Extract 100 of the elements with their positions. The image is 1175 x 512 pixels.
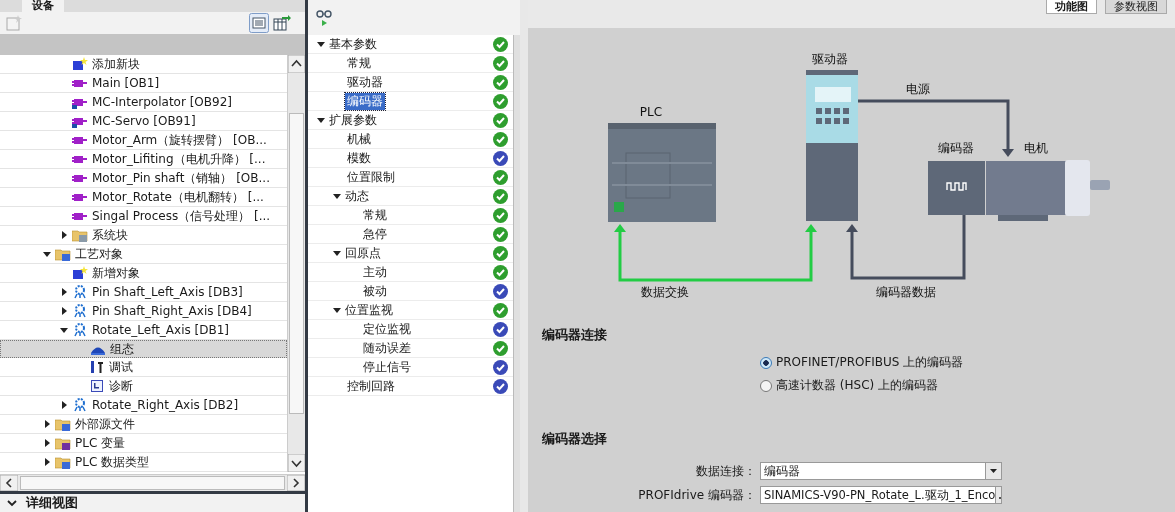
radio-option[interactable]: PROFINET/PROFIBUS 上的编码器 [760, 354, 1175, 371]
view-tab[interactable]: 功能图 [1046, 0, 1097, 14]
radio-button[interactable] [760, 379, 772, 392]
tree-item-label: Motor_Rotate（电机翻转） [... [91, 188, 264, 206]
view-tab[interactable]: 参数视图 [1105, 0, 1167, 14]
tree-row[interactable]: MC-Interpolator [OB92] [0, 93, 287, 112]
dropdown-field[interactable]: 编码器 [760, 462, 1002, 480]
tree-row[interactable]: Motor_Pin shaft（销轴） [OB... [0, 169, 287, 188]
tree-row[interactable]: Rotate_Left_Axis [DB1] [0, 321, 287, 340]
collapse-arrow-icon[interactable] [332, 192, 341, 200]
chevron-down-icon[interactable] [6, 498, 18, 508]
tree-row[interactable]: 调试 [0, 358, 287, 377]
encoder-drawing [928, 161, 985, 215]
field-label: PROFIdrive 编码器： [637, 486, 757, 504]
tree-item-label: PLC 数据类型 [74, 453, 150, 471]
nav-item[interactable]: 扩展参数 [327, 111, 379, 129]
tree-row[interactable]: 诊断 [0, 377, 287, 396]
glasses-icon[interactable] [316, 8, 334, 27]
tree-row[interactable]: 系统块 [0, 226, 287, 245]
nav-item[interactable]: 被动 [361, 282, 389, 300]
tree-row[interactable]: 新增对象 [0, 264, 287, 283]
scroll-left-icon[interactable] [0, 475, 18, 491]
devices-tab[interactable]: 设备 [22, 0, 64, 12]
folder-icon [72, 228, 88, 242]
detail-view-title[interactable]: 详细视图 [26, 494, 78, 512]
tree-row[interactable]: Motor_Lifiting（电机升降） [... [0, 150, 287, 169]
nav-item[interactable]: 编码器 [345, 92, 385, 110]
tree-row[interactable]: Motor_Rotate（电机翻转） [... [0, 188, 287, 207]
tree-row[interactable]: Pin Shaft_Right_Axis [DB4] [0, 302, 287, 321]
browse-field[interactable]: SINAMICS-V90-PN_Rotate_L.驱动_1_Enco [760, 486, 1002, 504]
axis-icon [72, 323, 88, 337]
expand-arrow-icon[interactable] [42, 420, 51, 428]
axis-icon [72, 304, 88, 318]
expand-arrow-icon[interactable] [59, 231, 68, 239]
nav-item[interactable]: 驱动器 [345, 73, 385, 91]
nav-item[interactable]: 基本参数 [327, 35, 379, 53]
nav-item[interactable]: 停止信号 [361, 358, 413, 376]
collapse-arrow-icon[interactable] [332, 306, 341, 314]
radio-button[interactable] [760, 356, 772, 369]
scrollbar-thumb[interactable] [289, 113, 304, 414]
tree-row[interactable]: 外部源文件 [0, 415, 287, 434]
diagram-label: 数据交换 [641, 285, 689, 299]
nav-item[interactable]: 位置限制 [345, 168, 397, 186]
collapse-arrow-icon[interactable] [42, 250, 51, 258]
tree-item-label: Rotate_Left_Axis [DB1] [91, 323, 230, 337]
tree-row[interactable]: MC-Servo [OB91] [0, 112, 287, 131]
nav-item[interactable]: 急停 [361, 225, 389, 243]
scroll-right-icon[interactable] [287, 475, 305, 491]
tree-row[interactable]: Singal Process（信号处理） [... [0, 207, 287, 226]
tree-item-label: Motor_Lifiting（电机升降） [... [91, 150, 266, 168]
horizontal-scrollbar[interactable] [0, 474, 305, 491]
nav-item[interactable]: 回原点 [343, 244, 383, 262]
nav-item[interactable]: 模数 [345, 149, 373, 167]
tree-row[interactable]: 工艺对象 [0, 245, 287, 264]
nav-item[interactable]: 常规 [345, 54, 373, 72]
folder-icon [55, 247, 71, 261]
tree-item-label: 调试 [108, 358, 133, 376]
tree-row[interactable]: PLC 变量 [0, 434, 287, 453]
radio-option[interactable]: 高速计数器 (HSC) 上的编码器 [760, 377, 1175, 394]
tree-row[interactable]: Main [OB1] [0, 74, 287, 93]
nav-item[interactable]: 常规 [361, 206, 389, 224]
nav-item[interactable]: 主动 [361, 263, 389, 281]
vertical-scrollbar[interactable] [287, 55, 305, 472]
nav-item[interactable]: 机械 [345, 130, 373, 148]
dropdown-arrow-icon[interactable] [985, 463, 1001, 479]
new-object-icon [72, 266, 88, 280]
tree-item-label: 外部源文件 [74, 415, 135, 433]
tree-item-label: 系统块 [91, 226, 128, 244]
nav-item[interactable]: 定位监视 [361, 320, 413, 338]
tools-icon [91, 361, 103, 373]
scrollbar-thumb[interactable] [20, 476, 285, 490]
tree-item-label: PLC 变量 [74, 434, 126, 452]
nav-item[interactable]: 位置监视 [343, 301, 395, 319]
scroll-up-icon[interactable] [288, 55, 305, 73]
collapse-arrow-icon[interactable] [316, 116, 325, 124]
folder-icon [55, 417, 71, 431]
tree-row[interactable]: 组态 [0, 340, 287, 358]
diagram-label: 编码器数据 [876, 285, 936, 299]
nav-item[interactable]: 随动误差 [361, 339, 413, 357]
expand-arrow-icon[interactable] [59, 307, 68, 315]
section-heading: 编码器连接 [542, 326, 608, 344]
scroll-down-icon[interactable] [288, 454, 305, 472]
expand-arrow-icon[interactable] [59, 401, 68, 409]
nav-item[interactable]: 控制回路 [345, 377, 397, 395]
nav-item[interactable]: 动态 [343, 187, 371, 205]
table-export-icon[interactable] [273, 14, 291, 32]
tree-item-label: MC-Interpolator [OB92] [91, 95, 232, 109]
collapse-arrow-icon[interactable] [316, 40, 325, 48]
list-view-icon[interactable] [249, 13, 269, 33]
expand-arrow-icon[interactable] [59, 288, 68, 296]
expand-arrow-icon[interactable] [42, 458, 51, 466]
tree-row[interactable]: Pin Shaft_Left_Axis [DB3] [0, 283, 287, 302]
tree-row[interactable]: Rotate_Right_Axis [DB2] [0, 396, 287, 415]
tree-row[interactable]: 添加新块 [0, 55, 287, 74]
tree-row[interactable]: PLC 数据类型 [0, 453, 287, 472]
diagram-label: 驱动器 [812, 52, 848, 66]
expand-arrow-icon[interactable] [42, 439, 51, 447]
collapse-arrow-icon[interactable] [332, 249, 341, 257]
tree-row[interactable]: Motor_Arm（旋转摆臂） [OB... [0, 131, 287, 150]
collapse-arrow-icon[interactable] [59, 326, 68, 334]
